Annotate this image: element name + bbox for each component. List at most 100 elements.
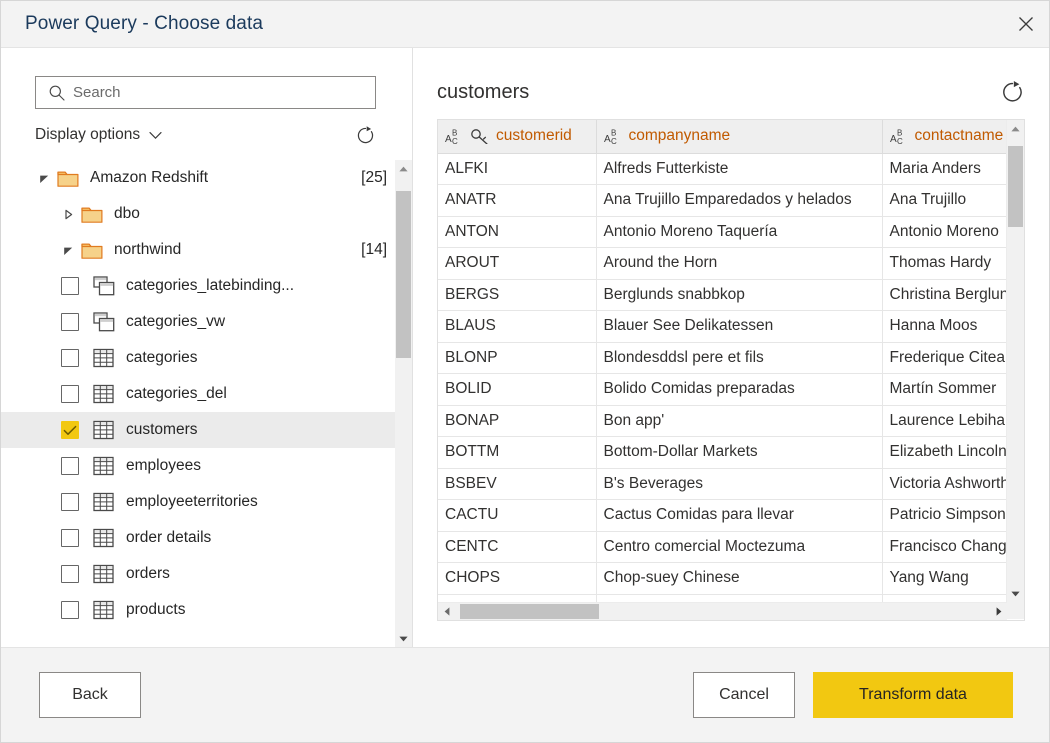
- svg-text:A: A: [445, 134, 452, 145]
- tree-item-checkbox[interactable]: [61, 493, 79, 511]
- table-cell: Frederique Citeaux: [882, 342, 1006, 374]
- preview-scroll-up-button[interactable]: [1007, 120, 1024, 137]
- search-input[interactable]: [73, 84, 367, 101]
- table-row[interactable]: BLONPBlondesddsl pere et filsFrederique …: [438, 342, 1006, 374]
- preview-grid: ABC customerid ABCcompanyname ABCcontactnam…: [437, 119, 1025, 621]
- preview-scroll-track[interactable]: [1007, 137, 1024, 585]
- tree-item-employees[interactable]: employees: [1, 448, 395, 484]
- expand-triangle-icon[interactable]: [59, 205, 77, 223]
- column-header-companyname[interactable]: ABCcompanyname: [596, 120, 882, 153]
- tree-item-checkbox[interactable]: [61, 421, 79, 439]
- table-cell: BLONP: [438, 342, 596, 374]
- table-row[interactable]: BOTTMBottom-Dollar MarketsElizabeth Linc…: [438, 437, 1006, 469]
- caret-right-icon: [996, 607, 1002, 616]
- table-cell: BOLID: [438, 374, 596, 406]
- object-tree[interactable]: Amazon Redshift[25]dbonorthwind[14]categ…: [1, 160, 395, 647]
- tree-item-count: [25]: [349, 169, 387, 187]
- preview-scroll-right-button[interactable]: [990, 603, 1007, 620]
- table-row[interactable]: COMMIComercio MineiroPedro Afonso: [438, 594, 1006, 602]
- column-header-customerid[interactable]: ABC customerid: [438, 120, 596, 153]
- preview-scroll-down-button[interactable]: [1007, 585, 1024, 602]
- svg-text:A: A: [890, 134, 897, 145]
- transform-data-button[interactable]: Transform data: [813, 672, 1013, 718]
- table-row[interactable]: BLAUSBlauer See DelikatessenHanna Moos: [438, 311, 1006, 343]
- table-icon: [93, 420, 114, 440]
- preview-vertical-scrollbar[interactable]: [1006, 120, 1024, 602]
- tree-item-amazon-redshift[interactable]: Amazon Redshift[25]: [1, 160, 395, 196]
- title-bar: Power Query - Choose data: [1, 1, 1049, 48]
- tree-item-label: customers: [126, 421, 198, 439]
- table-row[interactable]: BOLIDBolido Comidas preparadasMartín Som…: [438, 374, 1006, 406]
- svg-text:C: C: [897, 137, 903, 145]
- tree-scroll-thumb[interactable]: [396, 191, 411, 359]
- preview-hscroll-thumb[interactable]: [460, 604, 599, 619]
- table-cell: Blondesddsl pere et fils: [596, 342, 882, 374]
- preview-hscroll-row: [438, 602, 1024, 620]
- cancel-button[interactable]: Cancel: [693, 672, 795, 718]
- abc-text-type-icon: ABC: [445, 128, 466, 145]
- table-row[interactable]: CENTCCentro comercial MoctezumaFrancisco…: [438, 531, 1006, 563]
- column-header-inner: ABCcompanyname: [604, 127, 874, 145]
- tree-item-checkbox[interactable]: [61, 565, 79, 583]
- tree-item-checkbox[interactable]: [61, 457, 79, 475]
- table-row[interactable]: BERGSBerglunds snabbkopChristina Berglun…: [438, 279, 1006, 311]
- collapse-triangle-icon[interactable]: [59, 241, 77, 259]
- table-row[interactable]: CACTUCactus Comidas para llevarPatricio …: [438, 500, 1006, 532]
- tree-item-customers[interactable]: customers: [1, 412, 395, 448]
- tree-vertical-scrollbar[interactable]: [395, 160, 412, 647]
- table-row[interactable]: ALFKIAlfreds FutterkisteMaria Anders: [438, 153, 1006, 185]
- table-row[interactable]: BSBEVB's BeveragesVictoria Ashworth: [438, 468, 1006, 500]
- table-cell: Blauer See Delikatessen: [596, 311, 882, 343]
- preview-horizontal-scrollbar[interactable]: [438, 602, 1007, 620]
- table-row[interactable]: CHOPSChop-suey ChineseYang Wang: [438, 563, 1006, 595]
- chevron-down-icon: [149, 131, 162, 140]
- preview-scroll-thumb[interactable]: [1008, 146, 1023, 227]
- table-row[interactable]: AROUTAround the HornThomas Hardy: [438, 248, 1006, 280]
- preview-hscroll-track[interactable]: [455, 603, 990, 620]
- table-row[interactable]: ANTONAntonio Moreno TaqueríaAntonio More…: [438, 216, 1006, 248]
- column-header-label: customerid: [496, 127, 572, 145]
- table-icon: [93, 348, 114, 368]
- tree-item-checkbox[interactable]: [61, 349, 79, 367]
- tree-item-products[interactable]: products: [1, 592, 395, 628]
- tree-item-categories[interactable]: categories: [1, 340, 395, 376]
- tree-item-checkbox[interactable]: [61, 313, 79, 331]
- tree-item-label: orders: [126, 565, 170, 583]
- table-row[interactable]: ANATRAna Trujillo Emparedados y heladosA…: [438, 185, 1006, 217]
- tree-item-categories-del[interactable]: categories_del: [1, 376, 395, 412]
- tree-item-orders[interactable]: orders: [1, 556, 395, 592]
- table-cell: Antonio Moreno Taquería: [596, 216, 882, 248]
- tree-item-dbo[interactable]: dbo: [1, 196, 395, 232]
- preview-scroll-left-button[interactable]: [438, 603, 455, 620]
- tree-item-employeeterritories[interactable]: employeeterritories: [1, 484, 395, 520]
- tree-item-order-details[interactable]: order details: [1, 520, 395, 556]
- collapse-triangle-icon[interactable]: [35, 169, 53, 187]
- column-header-contactname[interactable]: ABCcontactname: [882, 120, 1006, 153]
- tree-item-categories-latebinding[interactable]: categories_latebinding...: [1, 268, 395, 304]
- triangle-down-icon: [39, 173, 50, 184]
- table-cell: CACTU: [438, 500, 596, 532]
- close-button[interactable]: [1003, 1, 1049, 47]
- folder-icon: [57, 169, 79, 188]
- folder-icon: [81, 205, 103, 224]
- tree-item-label: employeeterritories: [126, 493, 258, 511]
- tree-scroll-down-button[interactable]: [395, 630, 412, 647]
- table-row[interactable]: BONAPBon app'Laurence Lebihan: [438, 405, 1006, 437]
- tree-item-checkbox[interactable]: [61, 277, 79, 295]
- tree-item-checkbox[interactable]: [61, 385, 79, 403]
- search-box[interactable]: [35, 76, 376, 109]
- tree-item-categories-vw[interactable]: categories_vw: [1, 304, 395, 340]
- tree-item-checkbox[interactable]: [61, 601, 79, 619]
- refresh-icon[interactable]: [1000, 80, 1025, 105]
- refresh-icon[interactable]: [355, 125, 376, 146]
- tree-item-checkbox[interactable]: [61, 529, 79, 547]
- display-options-button[interactable]: Display options: [35, 126, 162, 144]
- svg-text:A: A: [604, 134, 611, 145]
- triangle-right-icon: [63, 209, 74, 220]
- tree-scroll-track[interactable]: [395, 177, 412, 630]
- abc-text-type-icon: ABC: [604, 128, 625, 145]
- tree-item-northwind[interactable]: northwind[14]: [1, 232, 395, 268]
- tree-scroll-up-button[interactable]: [395, 160, 412, 177]
- back-button[interactable]: Back: [39, 672, 141, 718]
- tree-item-label: products: [126, 601, 185, 619]
